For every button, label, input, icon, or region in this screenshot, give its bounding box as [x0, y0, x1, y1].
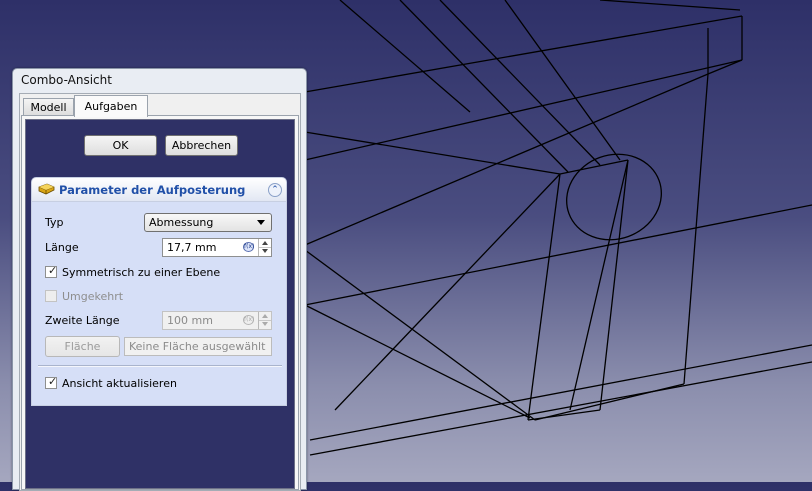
- type-select-value: Abmessung: [149, 216, 214, 229]
- separator: [38, 365, 282, 367]
- second-length-value: 100 mm: [167, 314, 213, 327]
- expression-icon[interactable]: f(x): [243, 315, 254, 325]
- update-view-label: Ansicht aktualisieren: [62, 377, 177, 390]
- window-title: Combo-Ansicht: [21, 73, 112, 87]
- symmetric-label: Symmetrisch zu einer Ebene: [62, 266, 221, 279]
- collapse-up-icon[interactable]: ⌃: [268, 183, 282, 197]
- pad-parameters-content: Typ Abmessung Länge 17,7 mm f(x) ✓ Symme…: [31, 202, 287, 406]
- pad-icon: [38, 182, 55, 200]
- length-spinbox[interactable]: 17,7 mm f(x): [162, 238, 272, 257]
- spin-buttons: [258, 239, 271, 256]
- length-value: 17,7 mm: [167, 241, 217, 254]
- chevron-down-icon: [257, 220, 265, 225]
- second-length-spinbox[interactable]: 100 mm f(x): [162, 311, 272, 330]
- tab-tasks[interactable]: Aufgaben: [74, 95, 148, 117]
- face-button[interactable]: Fläche: [45, 336, 120, 357]
- tab-model[interactable]: Modell: [23, 98, 74, 116]
- expression-icon[interactable]: f(x): [243, 242, 254, 252]
- update-view-checkbox[interactable]: ✓: [45, 375, 58, 389]
- reversed-checkbox[interactable]: [45, 290, 57, 302]
- face-field[interactable]: Keine Fläche ausgewählt: [124, 337, 272, 356]
- second-length-label: Zweite Länge: [45, 314, 120, 327]
- pad-parameters-box: Parameter der Aufposterung ⌃ Typ Abmessu…: [31, 177, 287, 406]
- type-select[interactable]: Abmessung: [144, 213, 272, 232]
- type-label: Typ: [45, 216, 64, 229]
- task-panel: OK Abbrechen Parameter der Aufposterung …: [25, 119, 295, 489]
- spin-down-button[interactable]: [259, 247, 271, 255]
- check-icon: ✓: [48, 375, 58, 388]
- panel-title: Parameter der Aufposterung: [59, 183, 246, 197]
- combo-view-window: Combo-Ansicht Modell Aufgaben OK Abbrech…: [12, 68, 307, 491]
- check-icon: ✓: [48, 264, 58, 277]
- tasks-pane: OK Abbrechen Parameter der Aufposterung …: [21, 115, 299, 490]
- cancel-button[interactable]: Abbrechen: [165, 135, 238, 156]
- ok-button[interactable]: OK: [84, 135, 157, 156]
- length-label: Länge: [45, 241, 79, 254]
- spin-buttons: [258, 312, 271, 329]
- pad-parameters-header[interactable]: Parameter der Aufposterung ⌃: [31, 177, 287, 202]
- tab-bar: Modell Aufgaben: [21, 95, 299, 117]
- symmetric-checkbox[interactable]: ✓: [45, 264, 58, 278]
- spin-down-button[interactable]: [259, 320, 271, 328]
- reversed-label: Umgekehrt: [62, 290, 124, 303]
- combo-view-body: Modell Aufgaben OK Abbrechen Parameter d…: [19, 93, 301, 491]
